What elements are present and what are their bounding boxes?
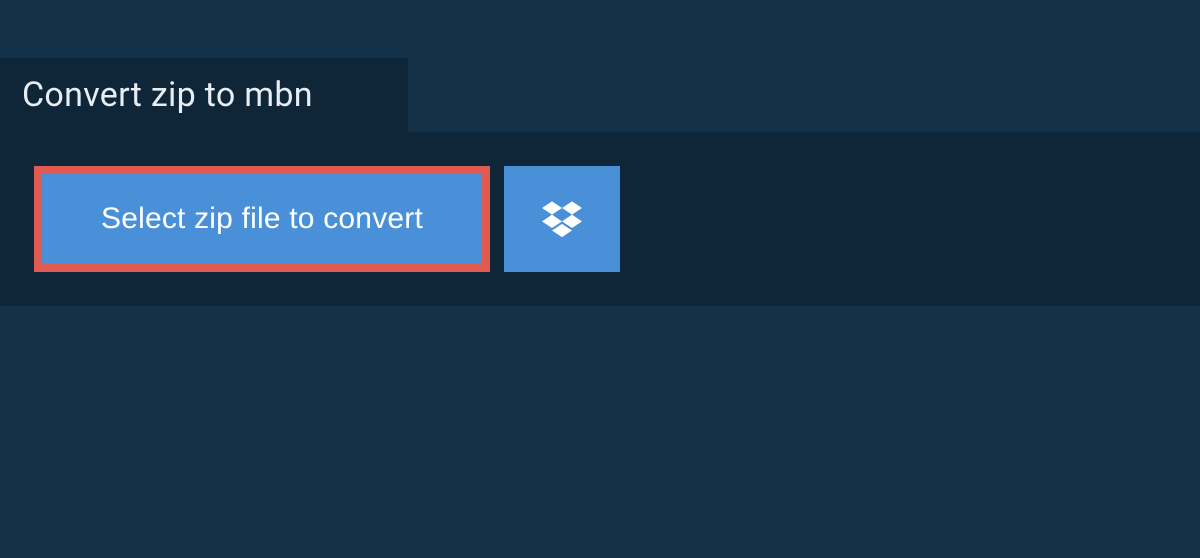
- page-title: Convert zip to mbn: [22, 75, 313, 115]
- select-file-label: Select zip file to convert: [101, 202, 423, 236]
- select-file-highlight: Select zip file to convert: [34, 166, 490, 272]
- dropbox-icon: [542, 198, 582, 241]
- dropbox-button[interactable]: [504, 166, 620, 272]
- select-file-button[interactable]: Select zip file to convert: [42, 174, 482, 264]
- page-title-bar: Convert zip to mbn: [0, 58, 408, 132]
- action-panel: Select zip file to convert: [0, 132, 1200, 306]
- button-row: Select zip file to convert: [34, 166, 1166, 272]
